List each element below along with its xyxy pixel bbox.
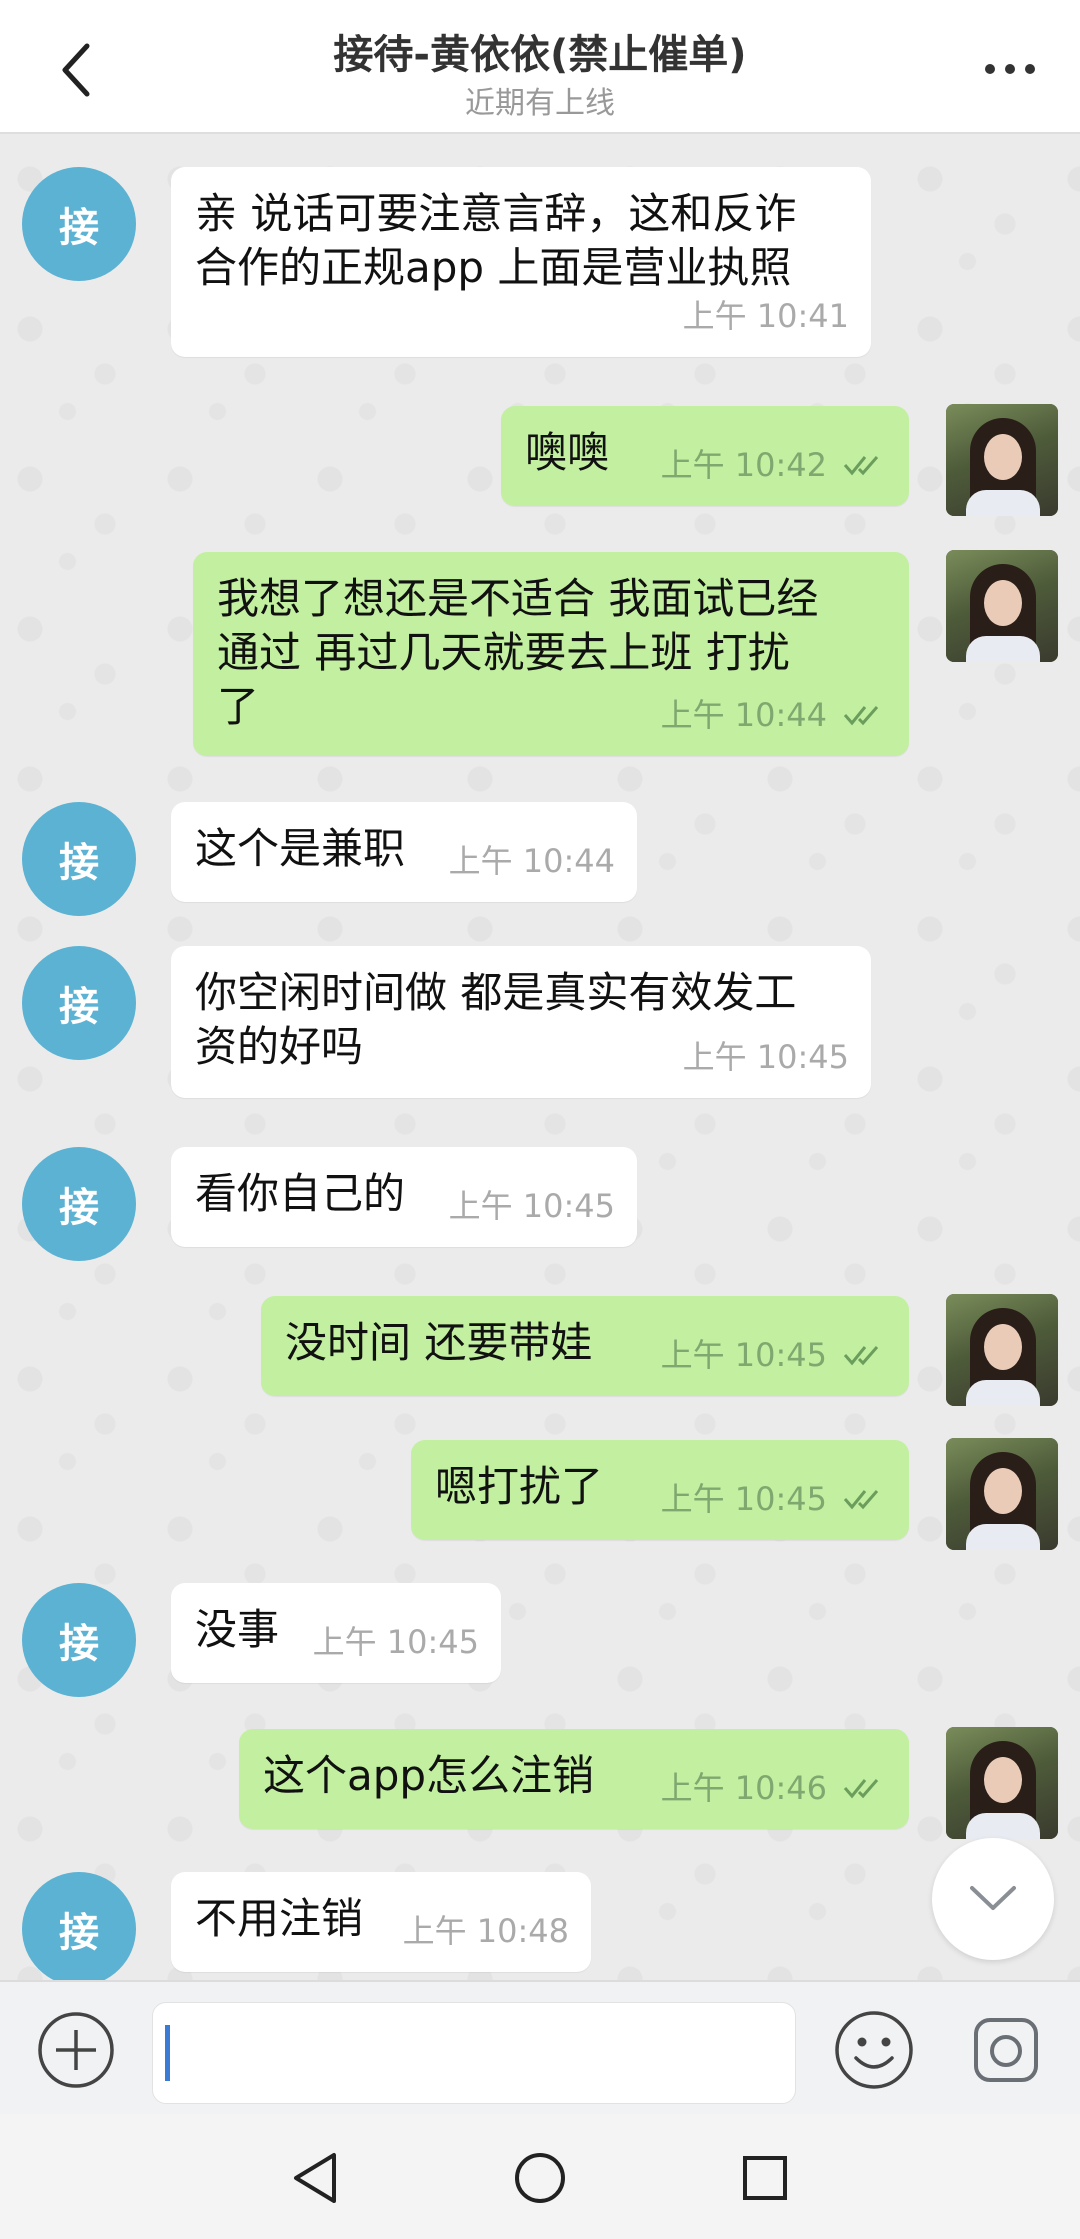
message-bubble[interactable]: 噢噢 上午 10:42	[501, 406, 909, 506]
back-arrow-icon[interactable]	[40, 30, 112, 110]
message-input[interactable]	[152, 2002, 796, 2104]
message-row: 这个app怎么注销 上午 10:46	[0, 1727, 1080, 1845]
contact-avatar[interactable]: 接	[22, 167, 136, 281]
nav-recents-icon[interactable]	[720, 2136, 810, 2220]
emoji-icon[interactable]	[832, 2008, 916, 2092]
contact-avatar[interactable]: 接	[22, 946, 136, 1060]
composer-bar	[0, 1980, 1080, 2114]
message-bubble[interactable]: 亲 说话可要注意言辞，这和反诈 合作的正规app 上面是营业执照 上午 10:4…	[171, 167, 871, 357]
message-time: 上午 10:45	[448, 1187, 615, 1225]
online-status: 近期有上线	[465, 86, 615, 121]
read-ticks-icon	[843, 706, 879, 726]
nav-home-icon[interactable]	[495, 2136, 585, 2220]
add-icon[interactable]	[36, 2010, 116, 2090]
message-row: 接 看你自己的 上午 10:45	[0, 1147, 1080, 1267]
message-bubble[interactable]: 这个app怎么注销 上午 10:46	[239, 1729, 909, 1829]
message-row: 接 这个是兼职 上午 10:44	[0, 802, 1080, 922]
message-row: 接 不用注销 上午 10:48	[0, 1872, 1080, 1980]
message-text: 亲 说话可要注意言辞，这和反诈 合作的正规app 上面是营业执照	[195, 189, 797, 292]
read-ticks-icon	[843, 1490, 879, 1510]
message-row: 接 亲 说话可要注意言辞，这和反诈 合作的正规app 上面是营业执照 上午 10…	[0, 167, 1080, 367]
more-dots-icon[interactable]	[970, 34, 1050, 104]
message-bubble[interactable]: 不用注销 上午 10:48	[171, 1872, 591, 1972]
scroll-to-bottom-button[interactable]	[932, 1838, 1054, 1960]
message-time: 上午 10:45	[660, 1336, 827, 1374]
user-avatar[interactable]	[946, 1438, 1058, 1550]
text-caret	[165, 2025, 170, 2081]
contact-avatar[interactable]: 接	[22, 1872, 136, 1980]
message-row: 我想了想还是不适合 我面试已经 通过 再过几天就要去上班 打扰 了 上午 10:…	[0, 550, 1080, 772]
chat-title[interactable]: 接待-黄依依(禁止催单)	[200, 22, 880, 80]
message-time: 上午 10:42	[660, 446, 827, 484]
user-avatar[interactable]	[946, 1294, 1058, 1406]
message-time: 上午 10:45	[682, 1038, 849, 1076]
message-bubble[interactable]: 嗯打扰了 上午 10:45	[411, 1440, 909, 1540]
message-bubble[interactable]: 这个是兼职 上午 10:44	[171, 802, 637, 902]
message-time: 上午 10:44	[448, 842, 615, 880]
message-bubble[interactable]: 你空闲时间做 都是真实有效发工 资的好吗 上午 10:45	[171, 946, 871, 1098]
contact-avatar[interactable]: 接	[22, 802, 136, 916]
read-ticks-icon	[843, 1346, 879, 1366]
message-time: 上午 10:41	[682, 297, 849, 335]
message-bubble[interactable]: 没时间 还要带娃 上午 10:45	[261, 1296, 909, 1396]
system-nav-bar	[0, 2114, 1080, 2239]
camera-icon[interactable]	[968, 2012, 1044, 2088]
message-row: 接 没事 上午 10:45	[0, 1583, 1080, 1703]
message-row: 噢噢 上午 10:42	[0, 404, 1080, 522]
message-row: 没时间 还要带娃 上午 10:45	[0, 1294, 1080, 1412]
read-ticks-icon	[843, 1779, 879, 1799]
message-time: 上午 10:45	[660, 1480, 827, 1518]
message-row: 接 你空闲时间做 都是真实有效发工 资的好吗 上午 10:45	[0, 946, 1080, 1106]
message-bubble[interactable]: 没事 上午 10:45	[171, 1583, 501, 1683]
message-bubble[interactable]: 我想了想还是不适合 我面试已经 通过 再过几天就要去上班 打扰 了 上午 10:…	[193, 552, 909, 756]
nav-back-icon[interactable]	[270, 2136, 360, 2220]
user-avatar[interactable]	[946, 550, 1058, 662]
user-avatar[interactable]	[946, 1727, 1058, 1839]
message-time: 上午 10:48	[402, 1912, 569, 1950]
message-time: 上午 10:46	[660, 1769, 827, 1807]
chevron-down-icon	[970, 1886, 1016, 1910]
chat-header: 接待-黄依依(禁止催单) 近期有上线	[0, 0, 1080, 134]
message-row: 嗯打扰了 上午 10:45	[0, 1438, 1080, 1556]
user-avatar[interactable]	[946, 404, 1058, 516]
message-time: 上午 10:45	[312, 1623, 479, 1661]
read-ticks-icon	[843, 456, 879, 476]
message-time: 上午 10:44	[660, 696, 827, 734]
contact-avatar[interactable]: 接	[22, 1147, 136, 1261]
message-list[interactable]: 接 亲 说话可要注意言辞，这和反诈 合作的正规app 上面是营业执照 上午 10…	[0, 134, 1080, 1980]
message-bubble[interactable]: 看你自己的 上午 10:45	[171, 1147, 637, 1247]
contact-avatar[interactable]: 接	[22, 1583, 136, 1697]
